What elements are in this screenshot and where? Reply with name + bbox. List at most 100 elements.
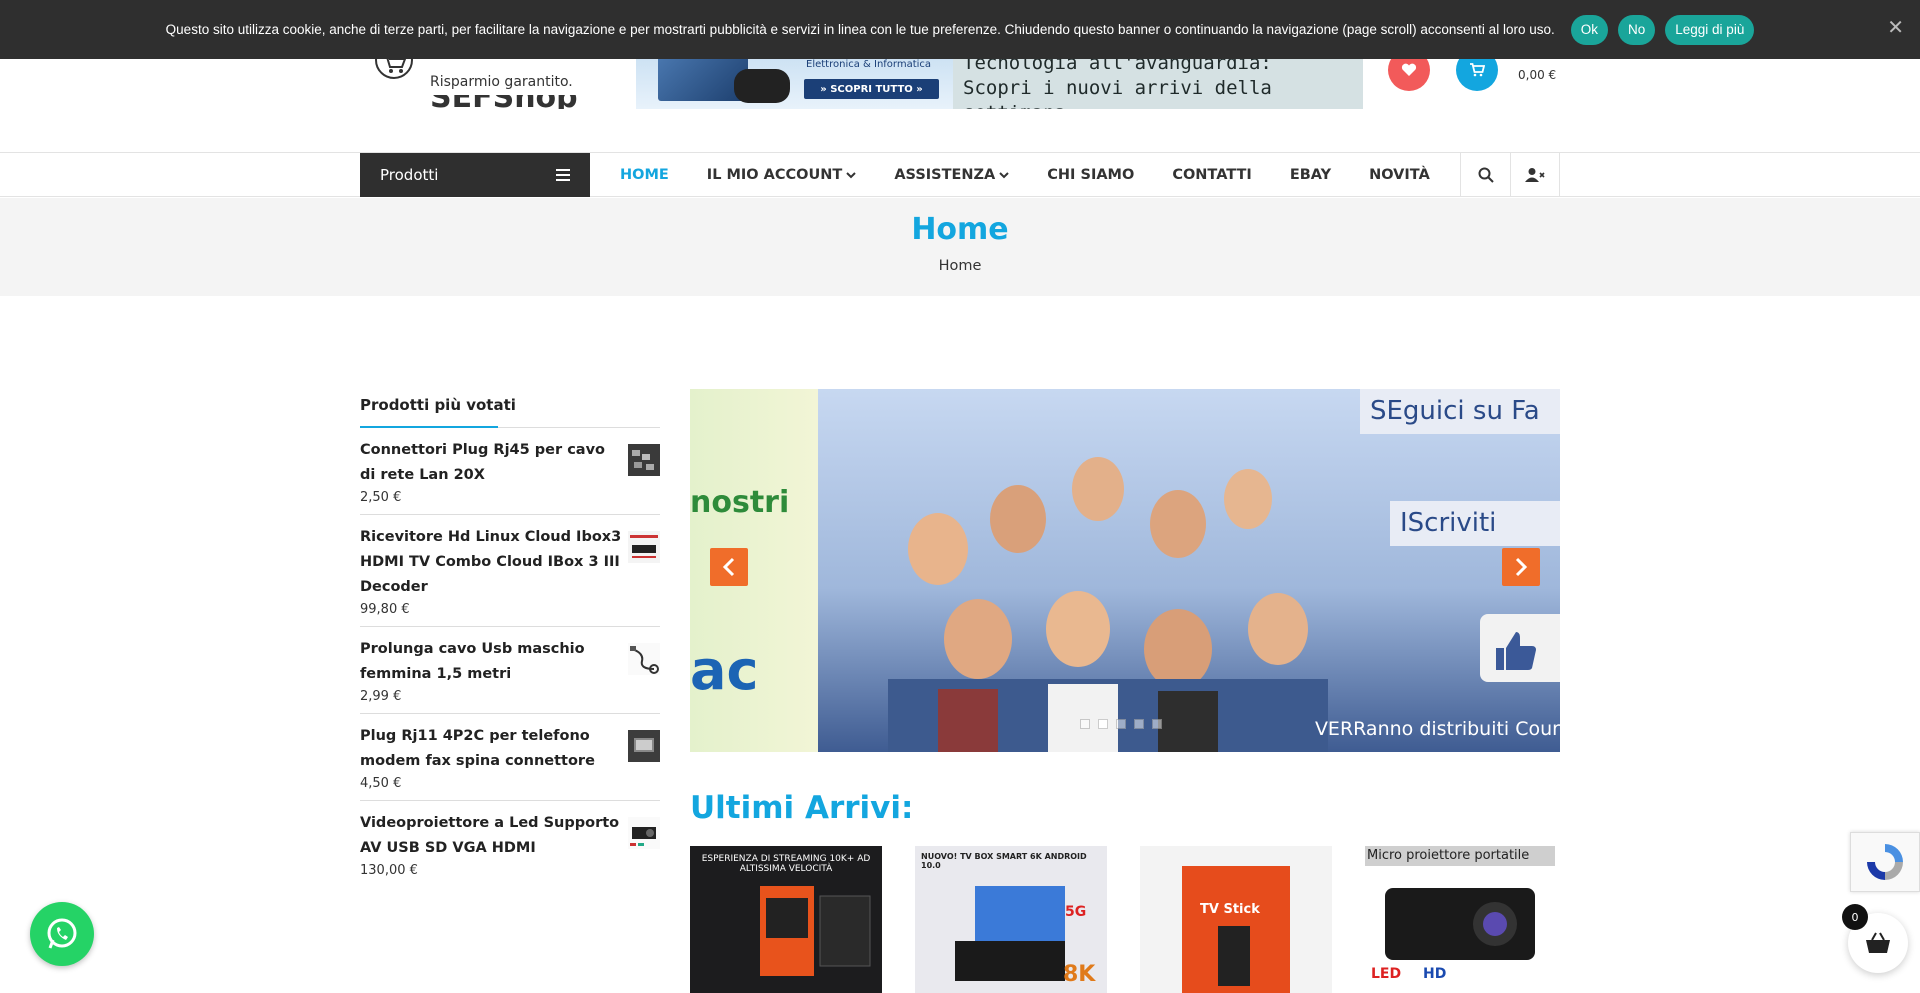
slider-dot[interactable] — [1098, 719, 1108, 729]
product-image — [1140, 846, 1332, 993]
site-tagline: Risparmio garantito. — [430, 74, 573, 90]
basket-icon — [1866, 932, 1890, 953]
whatsapp-icon — [47, 918, 77, 949]
product-price: 99,80 € — [360, 602, 410, 617]
banner-cta-button[interactable]: » SCOPRI TUTTO » — [804, 79, 939, 99]
menu-news[interactable]: NOVITÀ — [1369, 167, 1430, 183]
list-item[interactable]: Prolunga cavo Usb maschio femmina 1,5 me… — [360, 627, 660, 714]
product-price: 130,00 € — [360, 863, 418, 878]
svg-text:8K: 8K — [1063, 962, 1096, 987]
slider-prev-button[interactable] — [710, 548, 748, 586]
latest-title: Ultimi Arrivi: — [690, 790, 914, 826]
product-card[interactable]: 8K 5G NUOVO! TV BOX SMART 6K ANDROID 10.… — [915, 846, 1107, 993]
menu-home[interactable]: HOME — [620, 167, 669, 183]
product-thumbnail[interactable] — [628, 531, 660, 563]
product-card[interactable]: TV Stick — [1140, 846, 1332, 993]
fb-bottom-text: VERRanno distribuiti Cour — [1314, 718, 1560, 740]
slider-dot[interactable] — [1080, 719, 1090, 729]
page-title: Home — [911, 212, 1009, 247]
slider-dot[interactable] — [1152, 719, 1162, 729]
page-title-band: Home Home — [0, 198, 1920, 296]
sidebar-title: Prodotti più votati — [360, 396, 660, 428]
close-icon[interactable]: ✕ — [1887, 18, 1904, 38]
slide-prev-text: ac — [690, 639, 759, 702]
fb-subscribe-text: IScriviti — [1390, 501, 1560, 546]
product-name[interactable]: Plug Rj11 4P2C per telefono modem fax sp… — [360, 724, 622, 774]
list-item[interactable]: Connettori Plug Rj45 per cavo di rete La… — [360, 428, 660, 515]
menu-my-account[interactable]: IL MIO ACCOUNT — [707, 167, 857, 183]
cookie-no-button[interactable]: No — [1618, 14, 1656, 45]
cookie-ok-button[interactable]: Ok — [1570, 14, 1608, 45]
card-caption: TV Stick — [1200, 902, 1260, 917]
chevron-down-icon — [846, 171, 857, 178]
product-price: 2,99 € — [360, 689, 402, 704]
hamburger-icon — [556, 169, 570, 181]
chevron-down-icon — [999, 171, 1009, 178]
product-card[interactable]: LED HD Micro proiettore portatile — [1365, 846, 1557, 993]
gamepad-image — [734, 69, 790, 103]
list-item[interactable]: Ricevitore Hd Linux Cloud Ibox3 HDMI TV … — [360, 515, 660, 627]
recaptcha-badge[interactable] — [1850, 832, 1920, 892]
slider-dot[interactable] — [1134, 719, 1144, 729]
categories-label: Prodotti — [380, 166, 439, 184]
product-name[interactable]: Prolunga cavo Usb maschio femmina 1,5 me… — [360, 637, 622, 687]
product-price: 2,50 € — [360, 490, 402, 505]
slide-prev-text: nostri — [690, 485, 790, 520]
product-card[interactable]: ESPERIENZA DI STREAMING 10K+ AD ALTISSIM… — [690, 846, 882, 993]
cookie-more-button[interactable]: Leggi di più — [1665, 14, 1755, 45]
card-caption: Micro proiettore portatile — [1367, 848, 1530, 863]
banner-category: Elettronica & Informatica — [806, 59, 932, 70]
breadcrumb[interactable]: Home — [0, 258, 1920, 274]
menu-support[interactable]: ASSISTENZA — [894, 167, 1009, 183]
card-caption: ESPERIENZA DI STREAMING 10K+ AD ALTISSIM… — [701, 854, 871, 874]
cart-icon — [1470, 63, 1485, 77]
product-image: LED HD — [1365, 846, 1557, 993]
list-item[interactable]: Plug Rj11 4P2C per telefono modem fax sp… — [360, 714, 660, 801]
menu-ebay[interactable]: EBAY — [1290, 167, 1331, 183]
login-button[interactable] — [1510, 153, 1560, 197]
slider-dots — [1080, 719, 1162, 729]
main-nav: Prodotti HOME IL MIO ACCOUNT ASSISTENZA … — [0, 152, 1920, 197]
slide-current[interactable]: SEguici su Fa IScriviti VERRanno distrib… — [818, 389, 1560, 752]
svg-text:HD: HD — [1423, 966, 1446, 982]
svg-text:LED: LED — [1371, 966, 1401, 982]
recaptcha-icon — [1867, 844, 1903, 880]
like-icon — [1480, 614, 1560, 682]
menu-contacts[interactable]: CONTATTI — [1172, 167, 1251, 183]
cart-total[interactable]: 0,00 € — [1518, 68, 1556, 82]
product-thumbnail[interactable] — [628, 643, 660, 675]
heart-icon — [1401, 63, 1417, 76]
product-thumbnail[interactable] — [628, 817, 660, 849]
hero-slider[interactable]: nostri ac SEguici su Fa IScriviti VERRan… — [690, 389, 1560, 752]
product-name[interactable]: Ricevitore Hd Linux Cloud Ibox3 HDMI TV … — [360, 525, 622, 600]
banner-line-2: Scopri i nuovi arrivi della settimana. — [963, 77, 1272, 109]
product-thumbnail[interactable] — [628, 730, 660, 762]
list-item[interactable]: Videoproiettore a Led Supporto AV USB SD… — [360, 801, 660, 887]
fb-follow-text: SEguici su Fa — [1360, 389, 1560, 434]
menu-bar: HOME IL MIO ACCOUNT ASSISTENZA CHI SIAMO… — [620, 153, 1430, 197]
site-name[interactable]: SEFShop — [430, 95, 578, 109]
svg-text:5G: 5G — [1065, 904, 1086, 920]
basket-count-badge: 0 — [1842, 904, 1868, 930]
whatsapp-button[interactable] — [30, 902, 94, 966]
product-thumbnail[interactable] — [628, 444, 660, 476]
chevron-left-icon — [722, 557, 735, 577]
cookie-message: Questo sito utilizza cookie, anche di te… — [165, 22, 1555, 37]
slider-dot[interactable] — [1116, 719, 1126, 729]
search-button[interactable] — [1460, 153, 1510, 197]
menu-about[interactable]: CHI SIAMO — [1047, 167, 1134, 183]
slider-next-button[interactable] — [1502, 548, 1540, 586]
top-rated-sidebar: Prodotti più votati Connettori Plug Rj45… — [360, 396, 660, 887]
crowd-image — [888, 457, 1328, 752]
site-header: SEFShop Risparmio garantito. Elettronica… — [0, 41, 1920, 152]
chevron-right-icon — [1515, 557, 1528, 577]
user-x-icon — [1525, 168, 1545, 182]
card-caption: NUOVO! TV BOX SMART 6K ANDROID 10.0 — [921, 852, 1087, 870]
product-price: 4,50 € — [360, 776, 402, 791]
cookie-banner: Questo sito utilizza cookie, anche di te… — [0, 0, 1920, 59]
search-icon — [1478, 167, 1494, 183]
product-name[interactable]: Videoproiettore a Led Supporto AV USB SD… — [360, 811, 622, 861]
thumbs-up-icon — [1496, 632, 1536, 670]
categories-toggle[interactable]: Prodotti — [360, 153, 590, 197]
product-name[interactable]: Connettori Plug Rj45 per cavo di rete La… — [360, 438, 622, 488]
